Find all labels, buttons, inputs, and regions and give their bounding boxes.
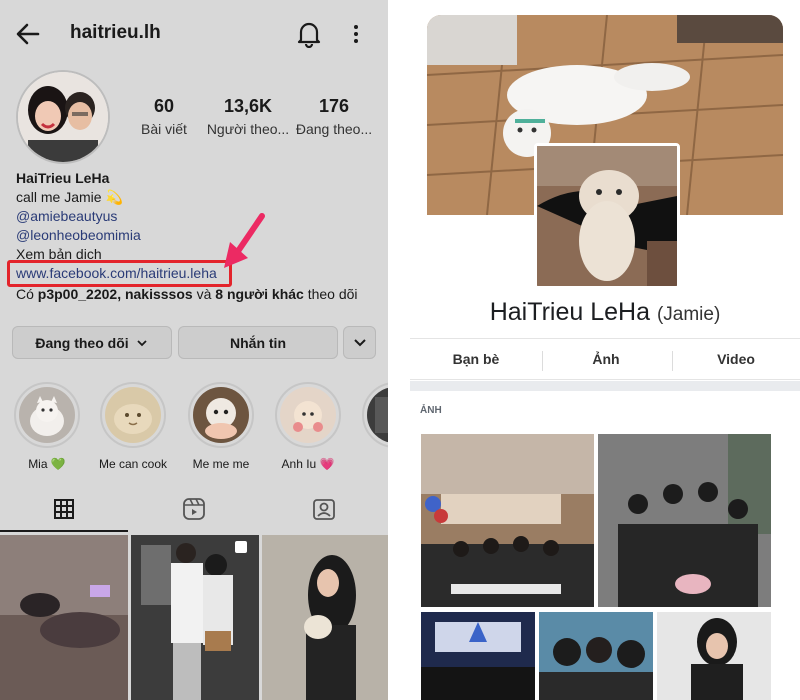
following-label: Đang theo... bbox=[295, 121, 373, 137]
followed-by-mid: và bbox=[192, 286, 216, 302]
story-highlight[interactable]: Anh Iu 💗 bbox=[273, 382, 343, 471]
notification-bell-icon[interactable] bbox=[296, 20, 322, 48]
profile-tabs: Bạn bè Ảnh Video bbox=[410, 338, 800, 380]
highlight-ring bbox=[100, 382, 166, 448]
post-thumbnail[interactable] bbox=[0, 535, 128, 700]
highlight-label: Be bbox=[360, 457, 389, 471]
highlight-thumbnail bbox=[193, 387, 249, 443]
tab-friends[interactable]: Bạn bè bbox=[426, 351, 526, 367]
photos-section-title: ẢNH bbox=[420, 405, 442, 416]
chevron-down-icon bbox=[353, 338, 366, 346]
posts-count: 60 bbox=[153, 96, 175, 116]
grid-tab[interactable] bbox=[46, 493, 82, 525]
following-stat[interactable]: 176 Đang theo... bbox=[286, 96, 382, 137]
highlight-ring bbox=[362, 382, 388, 448]
tagged-tab[interactable] bbox=[306, 493, 342, 525]
followed-by-names: p3p00_2202, nakisssos bbox=[37, 286, 193, 302]
following-count: 176 bbox=[318, 96, 350, 116]
tagged-person-icon bbox=[313, 499, 335, 520]
photo-thumbnail[interactable] bbox=[421, 434, 594, 607]
tab-videos[interactable]: Video bbox=[686, 351, 786, 367]
followed-by-text[interactable]: Có p3p00_2202, nakisssos và 8 người khác… bbox=[16, 286, 358, 302]
followers-label: Người theo... bbox=[206, 121, 290, 137]
message-button-label: Nhắn tin bbox=[230, 334, 286, 351]
section-divider bbox=[410, 381, 800, 391]
highlight-label: Mia 💚 bbox=[28, 457, 66, 471]
instagram-profile-panel: haitrieu.lh 60 Bài viết 13,6K Người theo… bbox=[0, 0, 388, 700]
followers-count: 13,6K bbox=[223, 96, 273, 116]
post-thumbnail[interactable] bbox=[262, 535, 388, 700]
posts-stat[interactable]: 60 Bài viết bbox=[116, 96, 212, 137]
profile-username: haitrieu.lh bbox=[70, 22, 161, 43]
highlight-thumbnail bbox=[105, 387, 161, 443]
story-highlight[interactable]: Be bbox=[360, 382, 388, 471]
bio-tagline: call me Jamie 💫 bbox=[16, 189, 123, 205]
bio-name: HaiTrieu LeHa bbox=[16, 170, 110, 186]
highlight-label: Me me me bbox=[192, 457, 250, 471]
instagram-header: haitrieu.lh bbox=[0, 0, 388, 66]
following-dropdown-button[interactable]: Đang theo dõi bbox=[12, 326, 172, 359]
followed-by-suffix: theo dõi bbox=[303, 286, 358, 302]
tab-photos[interactable]: Ảnh bbox=[556, 351, 656, 367]
story-highlight[interactable]: Me me me bbox=[186, 382, 256, 471]
photo-thumbnail[interactable] bbox=[421, 612, 535, 700]
highlight-thumbnail bbox=[19, 387, 75, 443]
bio-mention-link[interactable]: @leonheobeomimia bbox=[16, 227, 141, 243]
followed-by-prefix: Có bbox=[16, 286, 38, 302]
profile-avatar[interactable] bbox=[16, 70, 110, 164]
followed-by-count: 8 người khác bbox=[215, 286, 304, 302]
highlight-label: Anh Iu 💗 bbox=[281, 457, 335, 471]
facebook-profile-picture[interactable] bbox=[534, 143, 680, 289]
chevron-down-icon bbox=[137, 339, 147, 346]
grid-icon bbox=[54, 499, 74, 519]
highlight-label: Me can cook bbox=[98, 457, 168, 471]
facebook-profile-panel: HaiTrieu LeHa (Jamie) Bạn bè Ảnh Video Ả… bbox=[410, 0, 800, 700]
website-link[interactable]: www.facebook.com/haitrieu.leha bbox=[16, 265, 217, 281]
highlight-ring bbox=[188, 382, 254, 448]
photo-thumbnail[interactable] bbox=[539, 612, 653, 700]
following-button-label: Đang theo dõi bbox=[35, 334, 129, 351]
suggested-accounts-button[interactable] bbox=[343, 326, 376, 359]
annotation-arrow-icon bbox=[224, 213, 265, 268]
reels-tab[interactable] bbox=[176, 493, 212, 525]
followers-stat[interactable]: 13,6K Người theo... bbox=[200, 96, 296, 137]
photo-thumbnail[interactable] bbox=[657, 612, 771, 700]
story-highlight[interactable]: Mia 💚 bbox=[12, 382, 82, 471]
highlight-ring bbox=[14, 382, 80, 448]
story-highlight[interactable]: Me can cook bbox=[98, 382, 168, 471]
more-options-icon[interactable] bbox=[350, 22, 362, 46]
highlight-thumbnail bbox=[367, 387, 388, 443]
post-thumbnail[interactable] bbox=[131, 535, 259, 700]
highlight-thumbnail bbox=[280, 387, 336, 443]
bio-mention-link[interactable]: @amiebeautyus bbox=[16, 208, 117, 224]
posts-label: Bài viết bbox=[141, 121, 187, 137]
reels-icon bbox=[183, 498, 205, 520]
active-tab-indicator bbox=[0, 530, 128, 532]
tab-divider bbox=[672, 351, 673, 371]
full-name: HaiTrieu LeHa bbox=[489, 298, 650, 326]
photo-thumbnail[interactable] bbox=[598, 434, 771, 607]
back-arrow-icon[interactable] bbox=[14, 20, 42, 48]
highlight-ring bbox=[275, 382, 341, 448]
tab-divider bbox=[542, 351, 543, 371]
nickname: (Jamie) bbox=[656, 304, 721, 325]
facebook-profile-name: HaiTrieu LeHa (Jamie) bbox=[410, 298, 800, 327]
message-button[interactable]: Nhắn tin bbox=[178, 326, 338, 359]
